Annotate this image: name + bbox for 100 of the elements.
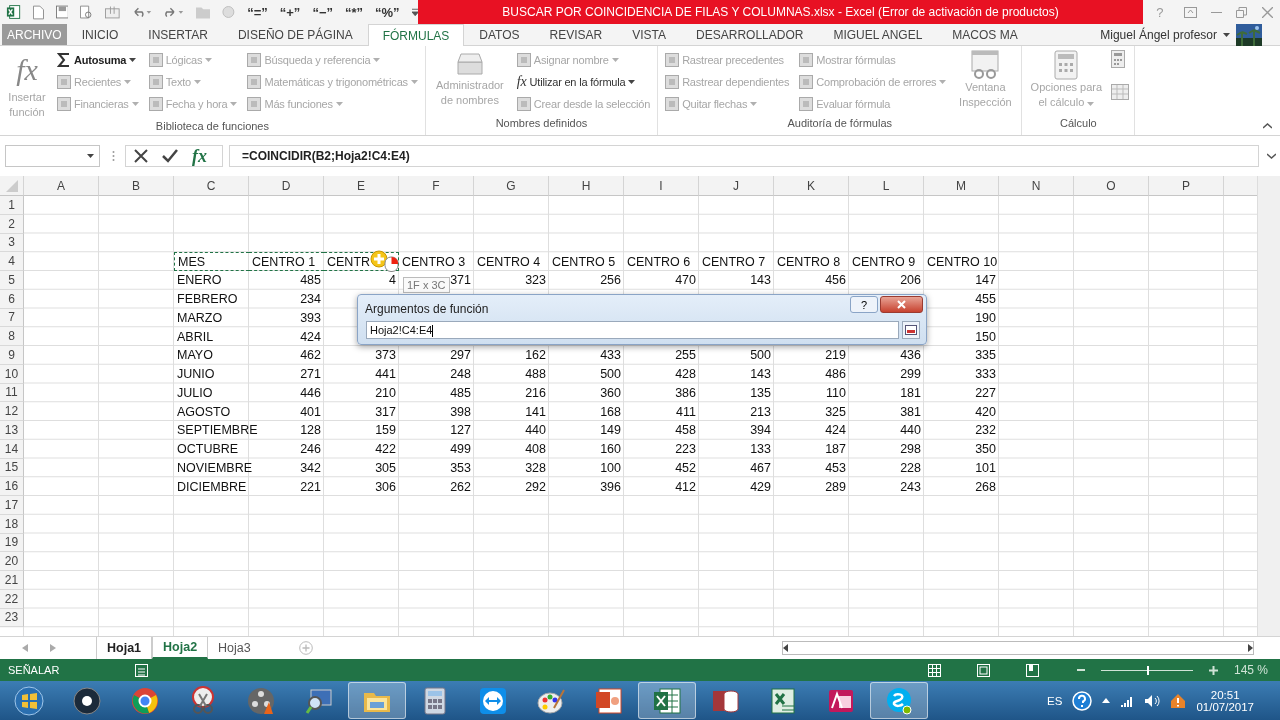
clock[interactable]: 20:51 01/07/2017	[1196, 688, 1254, 713]
range-field[interactable]: Hoja2!C4:E4	[366, 321, 899, 339]
table-cell-text: CENTRO 4	[476, 253, 542, 271]
signal-bars-icon[interactable]	[1120, 694, 1135, 707]
column-header[interactable]: N	[999, 176, 1074, 196]
page-layout-icon[interactable]	[976, 663, 990, 677]
undo-icon[interactable]	[131, 6, 152, 18]
table-cell-text: 110	[825, 384, 847, 402]
ribbon-button[interactable]: Autosuma	[55, 50, 141, 69]
table-cell-text: 168	[599, 403, 622, 421]
new-document-icon[interactable]	[32, 4, 44, 20]
page-break-icon[interactable]	[1025, 663, 1039, 677]
customize-caret-icon[interactable]	[411, 8, 418, 16]
redo-icon[interactable]	[163, 6, 184, 18]
help-circle-icon[interactable]	[1072, 690, 1093, 711]
row-header[interactable]: 17	[0, 496, 24, 515]
ribbon-tab[interactable]: DESARROLLADOR	[681, 24, 819, 45]
collapse-ribbon-icon[interactable]	[1263, 123, 1272, 129]
table-cell-text: 133	[749, 441, 772, 459]
column-header[interactable]: F	[399, 176, 474, 196]
horizontal-scrollbar[interactable]	[782, 641, 1254, 655]
column-header[interactable]: L	[849, 176, 924, 196]
column-header[interactable]: E	[324, 176, 399, 196]
ribbon-tab[interactable]: FÓRMULAS	[367, 24, 465, 46]
column-header[interactable]: J	[699, 176, 774, 196]
ribbon-tab[interactable]: DATOS	[464, 24, 535, 45]
restore-icon[interactable]	[1236, 6, 1248, 18]
sheet-tab[interactable]: Hoja1	[96, 637, 153, 659]
table-cell-text: 162	[524, 347, 547, 365]
zoom-slider-thumb[interactable]	[1146, 665, 1149, 675]
column-header[interactable]: P	[1149, 176, 1224, 196]
expand-caret-icon[interactable]	[1267, 153, 1276, 159]
table-cell-text: 262	[449, 478, 472, 496]
column-header[interactable]: G	[474, 176, 549, 196]
help-button[interactable]: ?	[850, 296, 878, 313]
table-cell-text: DICIEMBRE	[176, 478, 248, 496]
quick-access-button[interactable]: “*”	[344, 4, 364, 20]
quick-access-button[interactable]: “+”	[279, 4, 301, 20]
column-header[interactable]: M	[924, 176, 999, 196]
expand-dialog-button[interactable]	[902, 321, 920, 339]
row-header[interactable]: 9	[0, 346, 24, 365]
speaker-icon[interactable]	[1144, 693, 1161, 708]
row-header[interactable]: 8	[0, 327, 24, 346]
normal-view-icon[interactable]	[927, 663, 941, 677]
ribbon-tab[interactable]: MACOS MA	[937, 24, 1033, 45]
table-cell-text: 470	[674, 272, 697, 290]
table-cell-text: CENTRO 9	[851, 253, 917, 271]
language-indicator[interactable]: ES	[1047, 694, 1063, 707]
quick-access-button[interactable]: “−”	[312, 4, 333, 20]
ribbon-tab[interactable]: INICIO	[66, 24, 134, 45]
row-header[interactable]: 21	[0, 571, 24, 590]
quick-access-button[interactable]: “%”	[375, 4, 400, 20]
sheet-tab[interactable]: Hoja3	[208, 637, 261, 659]
row-header[interactable]: 12	[0, 402, 24, 421]
save-icon[interactable]	[55, 5, 69, 19]
sheet-tab[interactable]: Hoja2	[152, 637, 209, 659]
scroll-left-icon[interactable]	[783, 644, 788, 652]
table-cell-text: 323	[524, 272, 547, 290]
row-header[interactable]: 5	[0, 271, 24, 290]
formula-field[interactable]: =COINCIDIR(B2;Hoja2!C4:E4)	[229, 145, 1259, 167]
house-warning-icon[interactable]	[1170, 692, 1187, 709]
column-header[interactable]: A	[24, 176, 99, 196]
row-header[interactable]: 13	[0, 421, 24, 440]
column-header[interactable]: H	[549, 176, 624, 196]
quick-access-button[interactable]: “=”	[247, 4, 268, 20]
ribbon-button[interactable]: fx Utilizar en la fórmula	[514, 72, 653, 91]
column-header[interactable]: O	[1074, 176, 1149, 196]
checkmark-icon[interactable]	[162, 149, 178, 163]
zoom-level[interactable]: 145 %	[1233, 663, 1268, 677]
column-header[interactable]: C	[174, 176, 249, 196]
ribbon-display-icon[interactable]	[1183, 6, 1197, 18]
vertical-scrollbar[interactable]	[1257, 176, 1280, 636]
column-header[interactable]: I	[624, 176, 699, 196]
user-name[interactable]: Miguel Ángel profesor	[1100, 27, 1217, 42]
zoom-in-icon[interactable]	[1208, 665, 1218, 675]
scroll-right-icon[interactable]	[1248, 644, 1253, 652]
print-preview-icon[interactable]	[80, 4, 94, 20]
row-header[interactable]: 1	[0, 196, 24, 215]
row-header[interactable]: 16	[0, 477, 24, 496]
close-icon[interactable]	[1261, 6, 1273, 18]
spreadsheet-icon[interactable]	[6, 4, 21, 20]
ribbon-tab[interactable]: DISEÑO DE PÁGINA	[222, 24, 368, 45]
caret-icon	[373, 57, 381, 62]
ribbon-tab[interactable]: INSERTAR	[133, 24, 223, 45]
insert-function-button[interactable]: fx	[192, 145, 207, 167]
row-header[interactable]: 20	[0, 552, 24, 571]
close-button[interactable]	[880, 296, 923, 313]
column-header[interactable]: K	[774, 176, 849, 196]
sheet-calc-icon	[135, 663, 149, 677]
show-hidden-icon[interactable]	[1102, 698, 1111, 703]
ribbon-tab[interactable]: REVISAR	[534, 24, 618, 45]
ribbon-tab[interactable]: MIGUEL ANGEL	[818, 24, 938, 45]
column-header[interactable]: D	[249, 176, 324, 196]
table-cell-text: 256	[599, 272, 622, 290]
minimize-icon[interactable]	[1211, 10, 1223, 14]
row-header[interactable]: 4	[0, 252, 24, 271]
table-cell-text: FEBRERO	[176, 291, 239, 309]
column-header[interactable]: B	[99, 176, 174, 196]
cancel-icon[interactable]	[134, 149, 148, 163]
ribbon-tab[interactable]: VISTA	[617, 24, 682, 45]
